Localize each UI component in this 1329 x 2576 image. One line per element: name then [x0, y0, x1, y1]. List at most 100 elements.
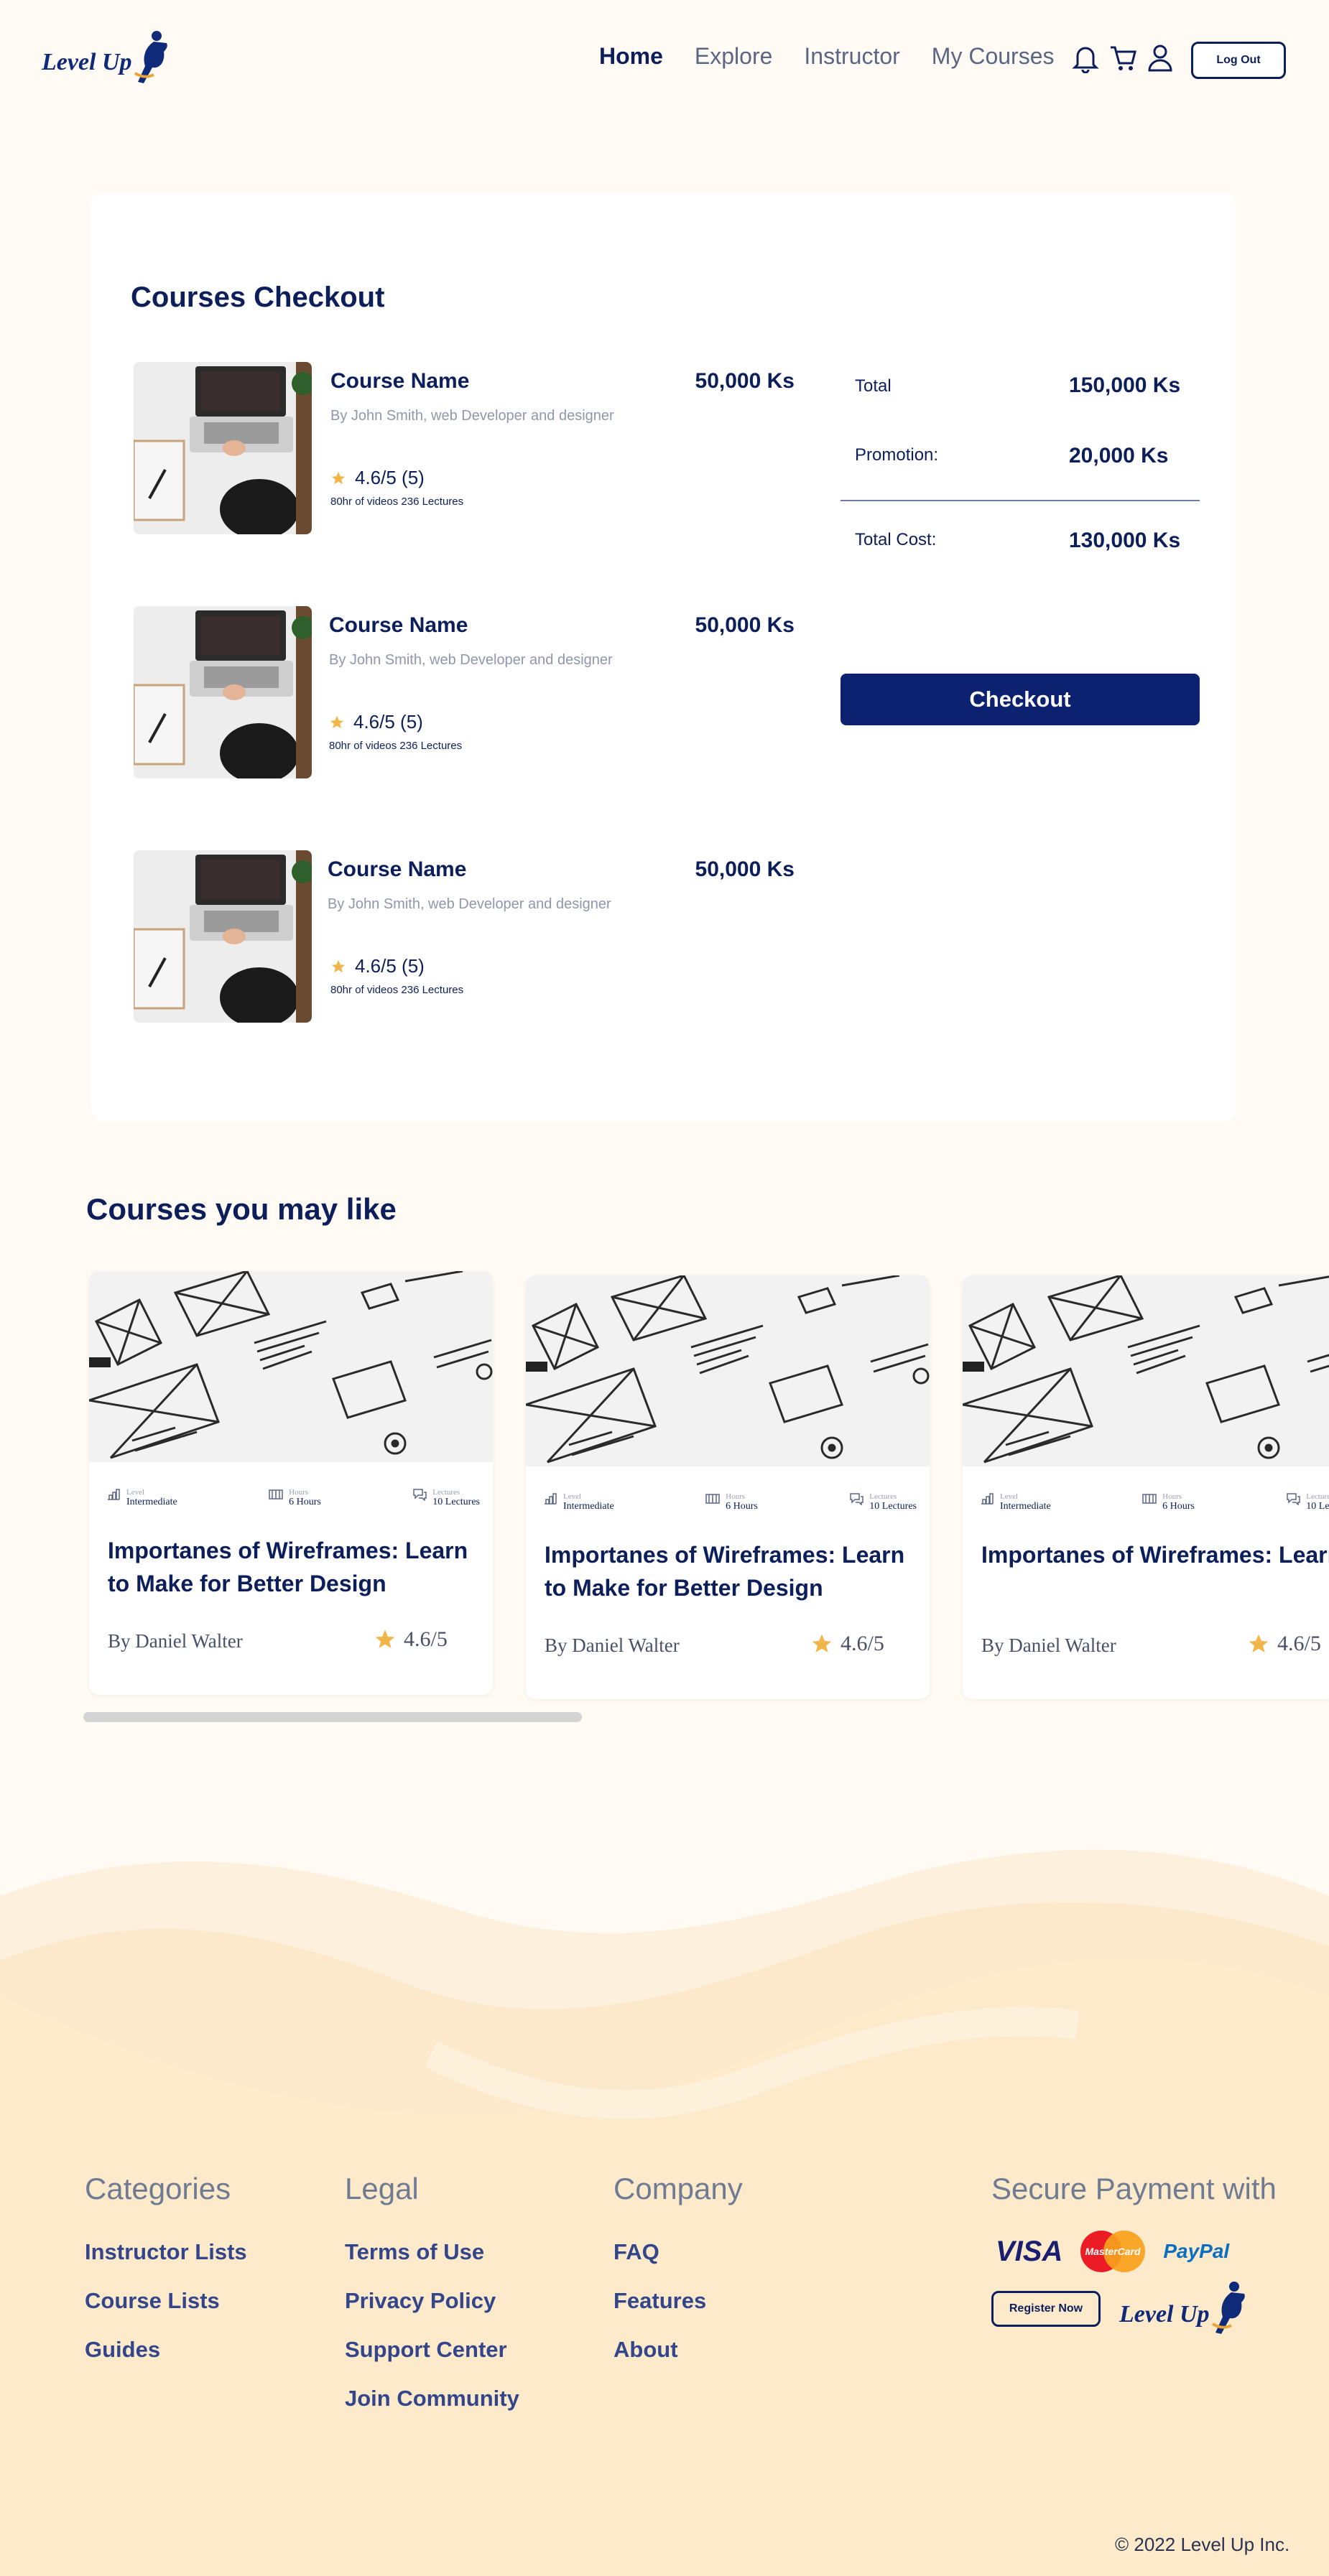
course-card-title[interactable]: Importanes of Wireframes: Learn to Make …	[545, 1538, 918, 1604]
level-key: Level	[563, 1492, 582, 1501]
course-thumbnail	[134, 606, 312, 778]
course-card-author: By Daniel Walter	[545, 1635, 680, 1656]
level-value: Intermediate	[1000, 1501, 1051, 1512]
cart-icon[interactable]	[1109, 43, 1136, 75]
checkout-card: Courses Checkout Course Name 50,000 Ks B…	[91, 192, 1236, 1122]
copyright: © 2022 Level Up Inc.	[1115, 2534, 1290, 2555]
promotion-row: Promotion: 20,000 Ks	[841, 444, 1200, 481]
rating-text: 4.6/5	[1277, 1632, 1321, 1655]
course-card-meta: LevelIntermediate Hours6 Hours Lectures1…	[543, 1492, 917, 1512]
rating-text: 4.6/5 (5)	[355, 955, 425, 977]
course-card[interactable]: LevelIntermediate Hours6 Hours Lectures1…	[963, 1275, 1329, 1699]
star-icon	[1249, 1634, 1269, 1652]
level-value: Intermediate	[563, 1501, 614, 1512]
clock-icon	[1142, 1494, 1157, 1504]
course-card[interactable]: LevelIntermediate Hours6 Hours Lectures1…	[89, 1271, 493, 1695]
hours-info: Hours 6 Hours	[705, 1492, 758, 1512]
course-card-author: By Daniel Walter	[108, 1630, 243, 1652]
course-card-meta: LevelIntermediate Hours6 Hours Lectures1…	[106, 1488, 480, 1508]
star-icon	[330, 715, 344, 728]
user-icon[interactable]	[1147, 43, 1174, 75]
payment-logos: VISA MasterCard PayPal	[996, 2229, 1229, 2274]
lectures-icon	[1287, 1493, 1301, 1505]
course-author: By John Smith, web Developer and designe…	[330, 408, 614, 424]
footer-link[interactable]: Terms of Use	[345, 2239, 519, 2265]
hours-value: 6 Hours	[1162, 1501, 1195, 1512]
rating-text: 4.6/5 (5)	[355, 467, 425, 488]
footer-link[interactable]: Guides	[85, 2337, 247, 2363]
hours-key: Hours	[1162, 1492, 1182, 1501]
nav-home[interactable]: Home	[599, 43, 663, 70]
level-value: Intermediate	[126, 1497, 177, 1507]
footer-link[interactable]: Instructor Lists	[85, 2239, 247, 2265]
bell-icon[interactable]	[1072, 43, 1099, 75]
register-button[interactable]: Register Now	[991, 2291, 1101, 2327]
course-card[interactable]: LevelIntermediate Hours6 Hours Lectures1…	[526, 1275, 930, 1699]
clock-icon	[705, 1494, 720, 1504]
clock-icon	[269, 1489, 283, 1499]
total-cost-label: Total Cost:	[855, 530, 937, 549]
lectures-info: Lectures10 Lectures	[849, 1492, 917, 1512]
course-meta: 80hr of videos 236 Lectures	[329, 740, 463, 752]
footer-logo[interactable]: Level Up	[1118, 2278, 1247, 2343]
summary-divider	[841, 500, 1200, 501]
total-cost-value: 130,000 Ks	[1069, 529, 1181, 552]
course-item[interactable]: Course Name 50,000 Ks By John Smith, web…	[134, 850, 795, 1023]
mastercard-text: MasterCard	[1085, 2246, 1141, 2257]
lectures-key: Lectures	[1306, 1492, 1329, 1501]
footer-link[interactable]: FAQ	[613, 2239, 743, 2265]
payment-heading: Secure Payment with	[991, 2172, 1277, 2205]
recommend-title: Courses you may like	[86, 1192, 397, 1226]
total-label: Total	[855, 376, 892, 396]
nav-explore[interactable]: Explore	[695, 43, 773, 70]
mastercard-logo: MasterCard	[1080, 2231, 1146, 2272]
site-header: Level Up Home Explore Instructor My Cour…	[0, 0, 1329, 122]
course-name: Course Name	[329, 613, 468, 637]
hours-value: 6 Hours	[726, 1501, 758, 1512]
total-value: 150,000 Ks	[1069, 373, 1181, 397]
footer-link[interactable]: Privacy Policy	[345, 2288, 519, 2314]
rating-text: 4.6/5	[841, 1632, 884, 1655]
wireframe-image	[89, 1271, 493, 1462]
footer-link[interactable]: Join Community	[345, 2386, 519, 2412]
course-card-title[interactable]: Importanes of Wireframes: Learn to Make …	[981, 1538, 1329, 1571]
total-row: Total 150,000 Ks	[841, 373, 1200, 412]
course-item[interactable]: Course Name 50,000 Ks By John Smith, web…	[134, 606, 795, 778]
lectures-value: 10 Lectures	[1306, 1501, 1329, 1512]
course-meta: 80hr of videos 236 Lectures	[330, 496, 464, 508]
course-card-author: By Daniel Walter	[981, 1635, 1116, 1656]
course-rating: 4.6/5 (5)	[330, 467, 425, 489]
runner-icon	[134, 31, 167, 83]
logo[interactable]: Level Up	[40, 27, 170, 92]
footer-link[interactable]: Support Center	[345, 2337, 519, 2363]
nav-instructor[interactable]: Instructor	[804, 43, 899, 70]
wireframe-image	[526, 1275, 930, 1466]
footer-link[interactable]: About	[613, 2337, 743, 2363]
logout-button[interactable]: Log Out	[1191, 42, 1286, 79]
course-item[interactable]: Course Name 50,000 Ks By John Smith, web…	[134, 362, 795, 534]
paypal-logo: PayPal	[1163, 2240, 1230, 2262]
footer-link[interactable]: Course Lists	[85, 2288, 247, 2314]
course-card-title[interactable]: Importanes of Wireframes: Learn to Make …	[108, 1534, 481, 1600]
course-card-rating: 4.6/5	[1247, 1632, 1321, 1656]
nav-my-courses[interactable]: My Courses	[932, 43, 1055, 70]
lectures-info: Lectures10 Lectures	[1286, 1492, 1329, 1512]
carousel-scrollbar[interactable]	[83, 1712, 582, 1722]
hours-key: Hours	[289, 1488, 309, 1497]
course-price: 50,000 Ks	[695, 613, 795, 637]
course-card-meta: LevelIntermediate Hours6 Hours Lectures1…	[980, 1492, 1329, 1512]
total-cost-row: Total Cost: 130,000 Ks	[841, 529, 1200, 566]
checkout-button[interactable]: Checkout	[841, 674, 1200, 725]
level-key: Level	[1000, 1492, 1019, 1501]
lectures-icon	[850, 1493, 864, 1505]
wireframe-image	[963, 1275, 1329, 1466]
footer-link[interactable]: Features	[613, 2288, 743, 2314]
lectures-value: 10 Lectures	[869, 1501, 917, 1512]
course-author: By John Smith, web Developer and designe…	[328, 896, 611, 912]
promotion-label: Promotion:	[855, 445, 939, 465]
level-icon	[545, 1493, 557, 1505]
course-rating: 4.6/5 (5)	[329, 711, 423, 733]
lectures-key: Lectures	[432, 1488, 460, 1497]
level-info: Level Intermediate	[106, 1488, 177, 1508]
runner-icon	[1211, 2282, 1245, 2334]
